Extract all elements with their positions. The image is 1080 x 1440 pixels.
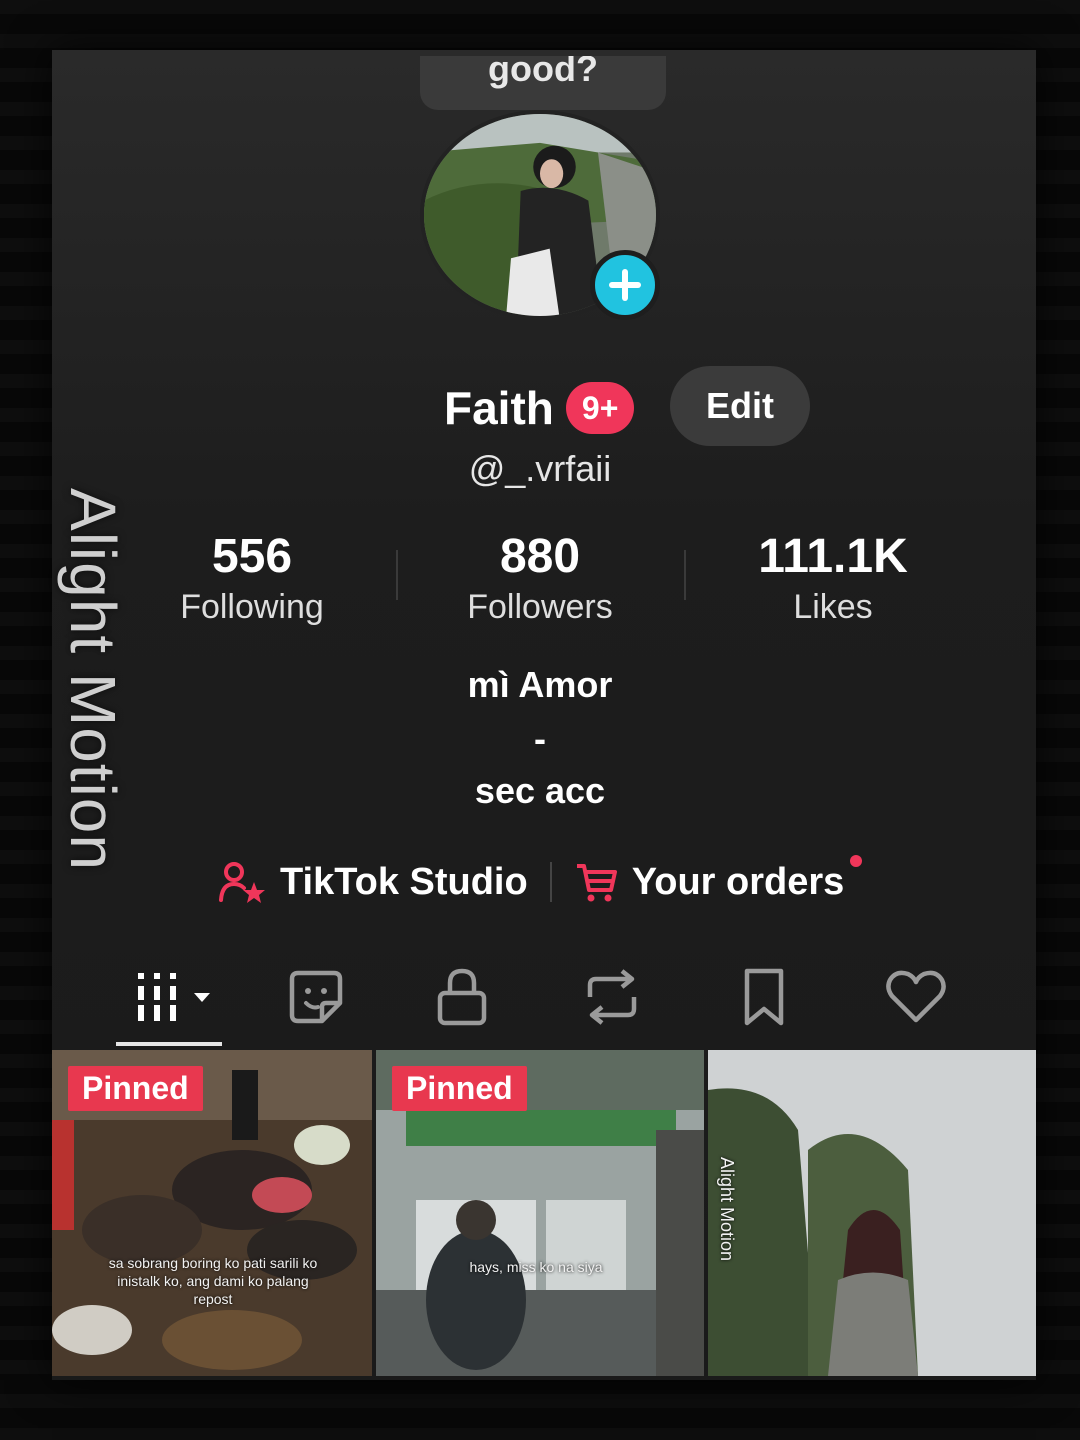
heart-icon bbox=[886, 970, 946, 1023]
bio-line-1: mì Amor bbox=[467, 664, 613, 705]
bio-line-2: - bbox=[534, 718, 546, 759]
edit-profile-button[interactable]: Edit bbox=[670, 366, 810, 446]
add-story-button[interactable] bbox=[590, 250, 660, 320]
orders-notification-dot bbox=[850, 855, 862, 867]
pinned-badge: Pinned bbox=[68, 1066, 203, 1111]
stat-value: 111.1K bbox=[758, 530, 908, 583]
video-thumbnail[interactable]: Pinned hays, miss ko na siya bbox=[376, 1050, 704, 1376]
profile-links: TikTok Studio Your orders bbox=[218, 852, 844, 912]
stat-value: 556 bbox=[211, 530, 293, 583]
video-caption: sa sobrang boring ko pati sarili ko inis… bbox=[108, 1255, 318, 1307]
pinned-badge: Pinned bbox=[392, 1066, 527, 1111]
repost-icon bbox=[587, 969, 637, 1025]
story-sticker-icon bbox=[289, 970, 343, 1024]
tab-private[interactable] bbox=[422, 962, 502, 1032]
stat-value: 880 bbox=[499, 530, 581, 583]
video-thumbnail[interactable]: Alight Motion bbox=[708, 1050, 1036, 1376]
studio-label: TikTok Studio bbox=[280, 860, 528, 903]
screen: Alight Motion good? Faith 9+ Edit @_.vrf… bbox=[0, 0, 1080, 1440]
note-text: good? bbox=[488, 56, 598, 89]
name-row: Faith 9+ bbox=[444, 378, 635, 438]
profile-note-bubble[interactable]: good? bbox=[420, 56, 666, 110]
bio-line-3: sec acc bbox=[474, 770, 606, 811]
stat-label: Following bbox=[180, 588, 324, 626]
username: @_.vrfaii bbox=[468, 448, 612, 489]
cart-icon bbox=[576, 864, 617, 902]
tab-videos[interactable] bbox=[134, 962, 214, 1032]
plus-icon bbox=[609, 269, 641, 301]
active-tab-indicator bbox=[116, 1042, 222, 1046]
orders-label: Your orders bbox=[631, 860, 845, 903]
video-watermark: Alight Motion bbox=[717, 1156, 737, 1262]
your-orders-link[interactable]: Your orders bbox=[574, 860, 845, 904]
display-name: Faith bbox=[444, 382, 554, 434]
tab-reposts[interactable] bbox=[572, 962, 652, 1032]
profile-tabs bbox=[52, 950, 1036, 1046]
lock-icon bbox=[437, 968, 487, 1026]
stat-following[interactable]: 556 Following bbox=[102, 528, 402, 628]
tiktok-studio-link[interactable]: TikTok Studio bbox=[218, 860, 528, 904]
portrait-photo bbox=[708, 1050, 1036, 1376]
stat-likes[interactable]: 111.1K Likes bbox=[683, 528, 983, 628]
stat-label: Followers bbox=[467, 588, 613, 626]
videos-grid-icon bbox=[138, 973, 210, 1021]
tab-liked[interactable] bbox=[876, 962, 956, 1032]
notification-badge[interactable]: 9+ bbox=[565, 382, 635, 434]
tab-stories[interactable] bbox=[276, 962, 356, 1032]
stat-label: Likes bbox=[793, 588, 873, 626]
link-divider bbox=[549, 862, 552, 902]
bookmark-icon bbox=[744, 968, 784, 1026]
tab-favorites[interactable] bbox=[724, 962, 804, 1032]
stat-followers[interactable]: 880 Followers bbox=[390, 528, 690, 628]
creator-star-icon bbox=[219, 862, 265, 903]
video-caption: hays, miss ko na siya bbox=[469, 1259, 603, 1275]
video-thumbnail[interactable]: Pinned sa sobrang boring ko pati sarili … bbox=[52, 1050, 372, 1376]
